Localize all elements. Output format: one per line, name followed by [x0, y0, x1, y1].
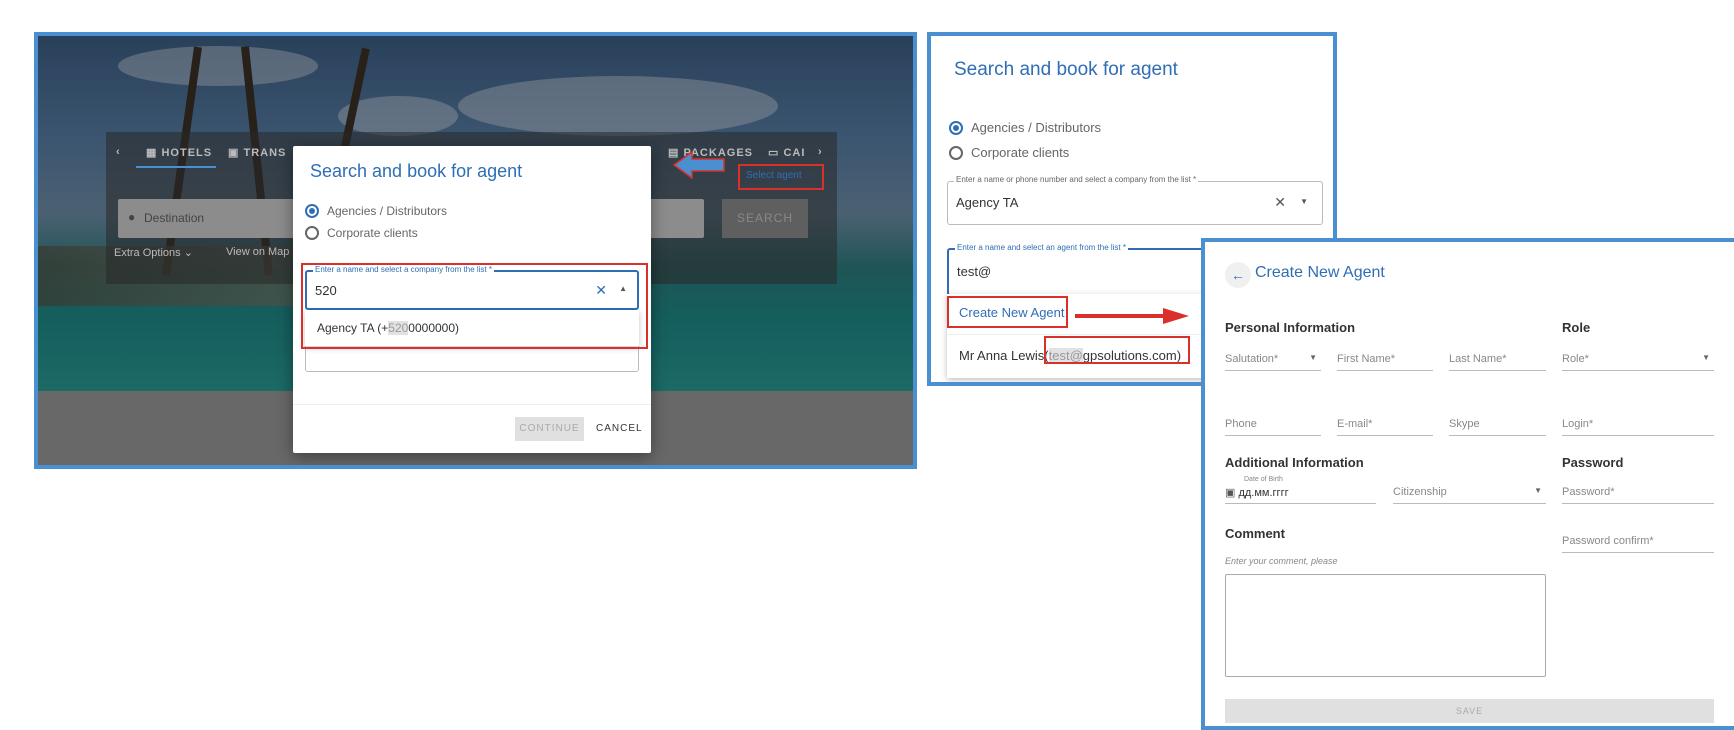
company-select-input[interactable]: Enter a name or phone number and select … [947, 175, 1323, 225]
dialog-title: Search and book for agent [954, 59, 1178, 80]
chevron-down-icon: ▼ [1702, 353, 1710, 362]
create-agent-panel: ← Create New Agent Personal Information … [1201, 238, 1734, 730]
radio-corporate[interactable]: Corporate clients [305, 226, 418, 240]
chevron-down-icon: ▼ [1309, 353, 1317, 362]
date-of-birth-label: Date of Birth [1244, 476, 1283, 483]
radio-agencies[interactable]: Agencies / Distributors [949, 120, 1101, 135]
continue-button[interactable]: CONTINUE [515, 417, 584, 441]
dialog-title: Search and book for agent [310, 161, 523, 181]
blue-arrow-icon [672, 150, 725, 180]
red-arrow-icon [1075, 308, 1189, 324]
salutation-select[interactable]: Salutation* ▼ [1225, 353, 1321, 371]
clear-icon[interactable]: ✕ [1274, 194, 1286, 211]
last-name-input[interactable]: Last Name* [1449, 353, 1546, 371]
save-button[interactable]: SAVE [1225, 699, 1714, 723]
page-title: Create New Agent [1255, 264, 1385, 281]
highlight-box [738, 164, 824, 190]
tabs-prev-icon[interactable]: ‹ [116, 146, 121, 158]
login-input[interactable]: Login* [1562, 418, 1714, 436]
password-input[interactable]: Password* [1562, 486, 1714, 504]
location-pin-icon: ● [128, 210, 136, 224]
section-role: Role [1562, 320, 1591, 335]
section-password: Password [1562, 455, 1624, 470]
radio-unchecked-icon [949, 145, 963, 160]
highlight-box [301, 263, 648, 349]
password-confirm-input[interactable]: Password confirm* [1562, 535, 1714, 553]
bus-icon: ▣ [228, 147, 240, 159]
section-comment: Comment [1225, 526, 1285, 541]
cancel-button[interactable]: CANCEL [596, 423, 643, 434]
back-arrow-icon[interactable]: ← [1225, 262, 1251, 288]
date-of-birth-input[interactable]: ▣ дд.мм.гггг [1225, 486, 1376, 504]
tabs-next-icon[interactable]: › [818, 146, 823, 158]
section-additional-information: Additional Information [1225, 455, 1364, 470]
skype-input[interactable]: Skype [1449, 418, 1546, 436]
radio-checked-icon [305, 204, 319, 218]
booking-screen-panel: ‹ ▦ HOTELS ▣ TRANS ▤ PACKAGES ▭ CAI › Se… [34, 32, 917, 469]
radio-checked-icon [949, 120, 963, 135]
view-on-map-link[interactable]: View on Map [226, 246, 289, 258]
tab-transfers[interactable]: ▣ TRANS [228, 146, 286, 159]
highlight-box [1044, 336, 1190, 364]
role-select[interactable]: Role* ▼ [1562, 353, 1714, 371]
tab-cars[interactable]: ▭ CAI [768, 146, 805, 159]
email-input[interactable]: E-mail* [1337, 418, 1433, 436]
first-name-input[interactable]: First Name* [1337, 353, 1433, 371]
comment-textarea[interactable] [1225, 574, 1546, 677]
phone-input[interactable]: Phone [1225, 418, 1321, 436]
tab-hotels[interactable]: ▦ HOTELS [146, 146, 212, 159]
search-button[interactable]: SEARCH [722, 199, 808, 238]
building-icon: ▦ [146, 147, 158, 159]
extra-options-toggle[interactable]: Extra Options ⌄ [114, 246, 193, 259]
highlight-box [947, 296, 1068, 328]
car-icon: ▭ [768, 147, 780, 159]
chevron-down-icon[interactable]: ▼ [1300, 197, 1308, 206]
radio-corporate[interactable]: Corporate clients [949, 145, 1069, 160]
citizenship-select[interactable]: Citizenship ▼ [1393, 486, 1546, 504]
radio-agencies[interactable]: Agencies / Distributors [305, 204, 447, 218]
comment-hint: Enter your comment, please [1225, 556, 1338, 566]
chevron-down-icon: ▼ [1534, 486, 1542, 495]
section-personal-information: Personal Information [1225, 320, 1356, 335]
calendar-icon: ▣ [1225, 487, 1236, 499]
radio-unchecked-icon [305, 226, 319, 240]
